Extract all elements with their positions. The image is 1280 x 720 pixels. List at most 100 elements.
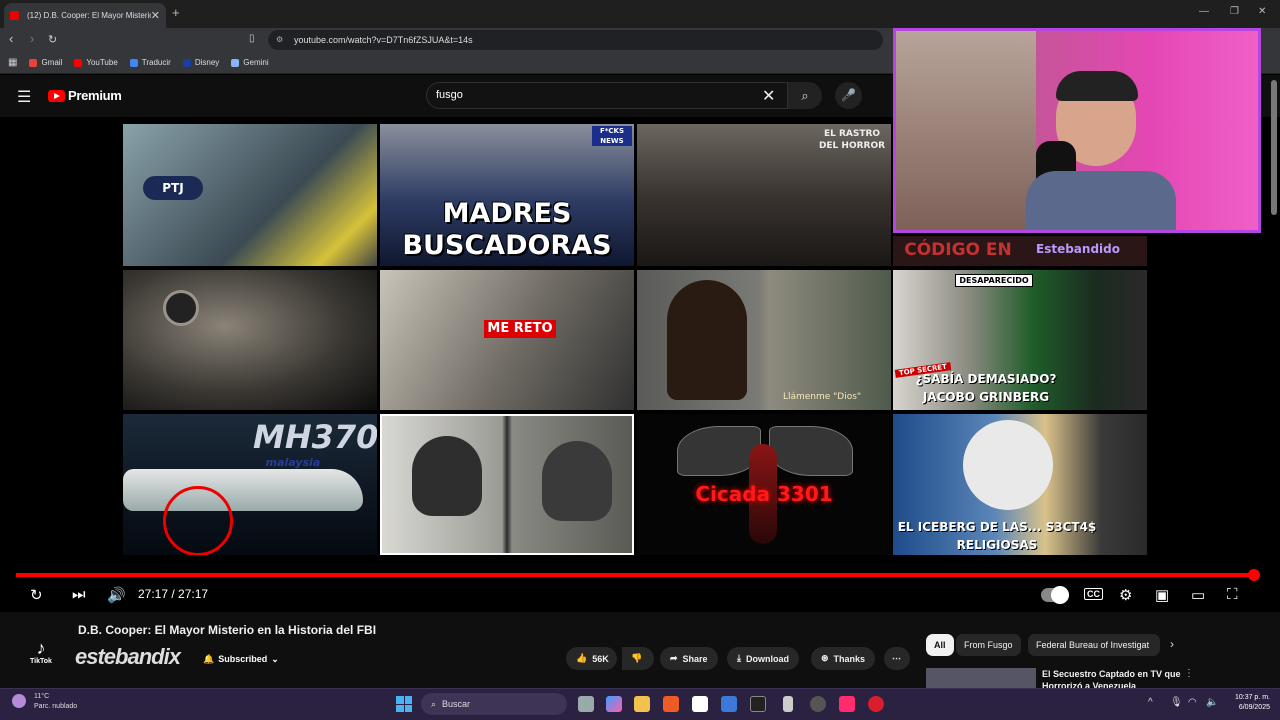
dislike-button[interactable]: 👎 (622, 647, 654, 670)
theater-mode-icon[interactable]: ▭ (1191, 586, 1205, 604)
cap-icon (1056, 71, 1138, 101)
brave-browser-icon[interactable] (663, 696, 679, 712)
more-actions-button[interactable]: ⋯ (884, 647, 910, 670)
chip-fbi[interactable]: Federal Bureau of Investigat (1028, 634, 1160, 656)
copilot-icon[interactable] (606, 696, 622, 712)
woman-hair-left (412, 436, 482, 516)
endscreen-video-cicada-3301[interactable]: Cicada 3301 (637, 414, 891, 555)
recommendation-menu-icon[interactable]: ⋮ (1184, 668, 1194, 679)
tiktok-app-icon[interactable] (839, 696, 855, 712)
autoplay-toggle[interactable] (1041, 586, 1069, 604)
airplane-shape (123, 469, 363, 511)
maximize-icon[interactable]: ❐ (1230, 6, 1239, 17)
app-icon-red[interactable] (868, 696, 884, 712)
bookmark-disney[interactable]: Disney (182, 58, 219, 67)
search-icon: ⌕ (801, 88, 809, 103)
scrollbar[interactable] (1271, 80, 1277, 215)
next-video-icon[interactable]: ⏭ (72, 586, 86, 603)
endscreen-video-deep-sea-fish[interactable] (123, 270, 377, 410)
phone-link-icon[interactable] (783, 696, 793, 712)
task-view-icon[interactable] (578, 696, 594, 712)
endscreen-video-llamenme-dios[interactable]: Llámenme "Dios" (637, 270, 891, 410)
notion-icon[interactable] (692, 696, 708, 712)
autoplay-knob (1051, 586, 1069, 604)
bookmark-gemini[interactable]: Gemini (231, 58, 269, 67)
bookmark-youtube[interactable]: YouTube (74, 58, 118, 67)
cicada-wing-right (769, 426, 853, 476)
tab-title: (12) D.B. Cooper: El Mayor Misterio (27, 11, 151, 20)
weather-icon (12, 694, 26, 708)
site-info-icon[interactable]: ⚙ (276, 35, 283, 44)
file-explorer-icon[interactable] (634, 696, 650, 712)
davinci-icon[interactable] (750, 696, 766, 712)
endscreen-video-me-reto[interactable]: ME RETO (380, 270, 634, 410)
like-button[interactable]: 👍 56K (566, 647, 617, 670)
taskbar-search[interactable]: ⌕ Buscar (421, 693, 567, 715)
bookmark-gmail[interactable]: Gmail (29, 58, 62, 67)
taskbar-clock[interactable]: 10:37 p. m. 6/09/2025 (1228, 693, 1270, 713)
address-bar[interactable]: youtube.com/watch?v=D7Tn6fZSJUA&t=14s (268, 30, 883, 50)
video-title: D.B. Cooper: El Mayor Misterio en la His… (78, 623, 377, 637)
endscreen-video-sisters-photo[interactable] (380, 414, 634, 555)
settings-gear-icon[interactable]: ⚙ (1119, 586, 1132, 604)
recommendation-thumbnail[interactable] (926, 668, 1036, 690)
fish-eye-icon (163, 290, 199, 326)
volume-tray-icon[interactable]: 🔈 (1206, 697, 1218, 708)
wifi-icon[interactable]: ◠ (1188, 697, 1197, 708)
miniplayer-icon[interactable]: ▣ (1155, 586, 1169, 604)
share-button[interactable]: ➦ Share (660, 647, 718, 670)
endscreen-video-el-rastro[interactable]: EL RASTRO DEL HORROR (637, 124, 891, 266)
minimize-icon[interactable]: — (1199, 6, 1209, 17)
apps-grid-icon[interactable]: ▦ (8, 57, 17, 68)
subscribed-button[interactable]: 🔔 Subscribed ⌄ (203, 648, 279, 670)
progress-scrubber[interactable] (1248, 569, 1260, 581)
search-button[interactable]: ⌕ (788, 82, 822, 109)
forward-icon[interactable]: › (30, 31, 34, 46)
chip-from-fusgo[interactable]: From Fusgo (956, 634, 1021, 656)
recommendation-title[interactable]: El Secuestro Captado en TV que Horrorizó… (1042, 668, 1187, 688)
endscreen-video-codigo[interactable]: CÓDIGO EN Estebandido (893, 236, 1147, 266)
more-icon: ⋯ (892, 653, 901, 663)
windows-start-icon[interactable] (396, 696, 412, 712)
obs-icon[interactable] (810, 696, 826, 712)
back-icon[interactable]: ‹ (9, 31, 13, 46)
red-circle-highlight (163, 486, 233, 555)
endscreen-video-ptj[interactable]: PTJ (123, 124, 377, 266)
hamburger-menu-icon[interactable]: ☰ (17, 87, 31, 107)
thumbs-down-icon: 👎 (631, 653, 643, 663)
browser-tab[interactable]: (12) D.B. Cooper: El Mayor Misterio ✕ (4, 3, 166, 28)
chips-next-icon[interactable]: › (1170, 637, 1174, 651)
endscreen-video-mh370[interactable]: MH370 malaysia (123, 414, 377, 555)
close-window-icon[interactable]: ✕ (1258, 6, 1266, 17)
endscreen-video-madres-buscadoras[interactable]: F*CKS NEWS MADRES BUSCADORAS (380, 124, 634, 266)
replay-icon[interactable]: ↻ (30, 586, 43, 604)
clear-search-icon[interactable]: ✕ (762, 86, 775, 106)
brick-wall (896, 31, 1036, 230)
close-tab-icon[interactable]: ✕ (151, 9, 160, 22)
reload-icon[interactable]: ↻ (48, 33, 57, 46)
voice-search-button[interactable]: 🎤 (835, 82, 862, 109)
mugshot-figure (667, 280, 747, 400)
download-button[interactable]: ⤓ Download (727, 647, 799, 670)
chip-all[interactable]: All (926, 634, 954, 656)
time-display: 27:17 / 27:17 (138, 587, 209, 601)
endscreen-video-jacobo-grinberg[interactable]: DESAPARECIDO TOP SECRET ¿SABÍA DEMASIADO… (893, 270, 1147, 410)
tab-strip (0, 0, 1280, 28)
download-icon: ⤓ (737, 653, 741, 663)
fullscreen-icon[interactable]: ⛶ (1227, 586, 1238, 603)
bookmark-icon[interactable]: ▯ (249, 33, 255, 44)
tiktok-logo-icon: ♪ (36, 638, 46, 658)
new-tab-button[interactable]: + (172, 5, 180, 20)
search-input[interactable]: fusgo (426, 82, 788, 109)
endscreen-video-iceberg-sectas[interactable]: EL ICEBERG DE LAS... S3CT4$ RELIGIOSAS (893, 414, 1147, 555)
volume-icon[interactable]: 🔊 (107, 586, 126, 604)
thanks-button[interactable]: ⊛ Thanks (811, 647, 876, 670)
weather-widget[interactable]: 11°C Parc. nublado (34, 692, 77, 712)
youtube-premium-logo[interactable]: Premium (48, 88, 122, 103)
bookmark-traducir[interactable]: Traducir (129, 58, 171, 67)
app-icon-blue[interactable] (721, 696, 737, 712)
microphone-tray-icon[interactable]: 🎙 (1170, 697, 1183, 708)
progress-played (16, 573, 1254, 577)
tray-chevron-icon[interactable]: ^ (1148, 697, 1153, 708)
captions-icon[interactable]: CC (1084, 588, 1103, 600)
